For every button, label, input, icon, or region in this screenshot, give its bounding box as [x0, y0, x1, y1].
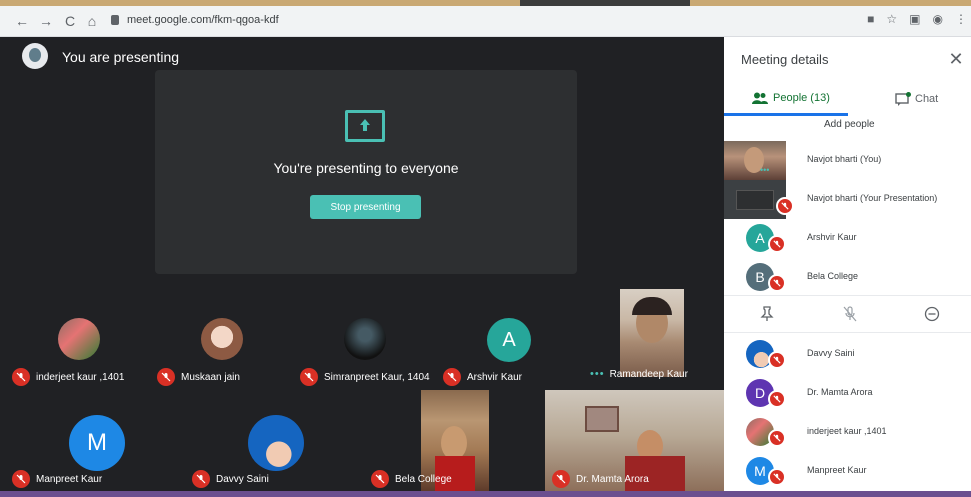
- participant-name: Navjot bharti (Your Presentation): [807, 193, 938, 203]
- participant-name: Muskaan jain: [181, 371, 240, 383]
- mic-off-icon: [157, 368, 175, 386]
- panel-title: Meeting details: [741, 52, 829, 67]
- meeting-details-panel: Meeting details ✕ People (13) Chat Add p…: [724, 37, 971, 497]
- presenting-title: You're presenting to everyone: [273, 160, 459, 176]
- mic-off-icon: [768, 274, 786, 292]
- participant-list-item[interactable]: D Dr. Mamta Arora: [724, 374, 971, 413]
- browser-extension-icons: ■ ☆ ▣ ◉ ⋮: [855, 12, 967, 26]
- participant-nameplate: Simranpreet Kaur, 1404: [300, 368, 430, 386]
- mic-off-icon: [12, 368, 30, 386]
- participant-name: Bela College: [395, 473, 452, 485]
- mic-off-icon: [12, 470, 30, 488]
- participant-name: Ramandeep Kaur: [609, 368, 688, 380]
- participant-name: Arshvir Kaur: [807, 232, 857, 242]
- participant-list-item[interactable]: A Arshvir Kaur: [724, 219, 971, 258]
- participant-nameplate: Arshvir Kaur: [443, 368, 522, 386]
- participant-nameplate: Dr. Mamta Arora: [552, 470, 649, 488]
- back-button[interactable]: ←: [14, 13, 30, 29]
- avatar: [22, 43, 48, 69]
- forward-button[interactable]: →: [38, 13, 54, 29]
- pin-icon[interactable]: [757, 304, 777, 324]
- presentation-card: You're presenting to everyone Stop prese…: [155, 70, 577, 274]
- participant-list-item[interactable]: Navjot bharti (Your Presentation): [724, 180, 971, 219]
- mic-off-icon: [371, 470, 389, 488]
- present-screen-icon: [345, 110, 385, 142]
- browser-tab[interactable]: [690, 0, 971, 6]
- mic-off-icon: [768, 468, 786, 486]
- participant-name: Dr. Mamta Arora: [807, 387, 873, 397]
- participant-list-item[interactable]: ••• Navjot bharti (You): [724, 141, 971, 180]
- mic-off-icon: [192, 470, 210, 488]
- participant-list-item[interactable]: M Manpreet Kaur: [724, 452, 971, 491]
- home-button[interactable]: ⌂: [84, 13, 100, 29]
- tab-chat-label: Chat: [915, 93, 939, 105]
- participant-nameplate: Bela College: [371, 470, 452, 488]
- participant-thumbnail: •••: [724, 141, 786, 180]
- chat-icon: [895, 92, 911, 106]
- tab-strip: [0, 0, 971, 6]
- avatar: [344, 318, 386, 360]
- meeting-stage: You are presenting You're presenting to …: [0, 37, 724, 497]
- menu-icon[interactable]: ⋮: [955, 12, 967, 26]
- participant-nameplate: ••• Ramandeep Kaur: [590, 368, 688, 380]
- participant-name: Arshvir Kaur: [467, 371, 523, 383]
- mic-off-icon: [443, 368, 461, 386]
- url-text: meet.google.com/fkm-qgoa-kdf: [127, 14, 279, 26]
- tab-people-label: People (13): [773, 92, 830, 104]
- mic-off-icon: [768, 235, 786, 253]
- mic-off-icon: [552, 470, 570, 488]
- avatar: [201, 318, 243, 360]
- participant-thumbnail: [724, 180, 786, 219]
- participant-nameplate: Davvy Saini: [192, 470, 269, 488]
- more-options-icon[interactable]: •••: [590, 368, 605, 380]
- avatar: [58, 318, 100, 360]
- close-icon[interactable]: ✕: [947, 49, 965, 70]
- mic-off-icon: [768, 429, 786, 447]
- avatar: A: [487, 318, 531, 362]
- lock-icon: [111, 15, 119, 25]
- participant-name: inderjeet kaur ,1401: [36, 371, 125, 383]
- participant-name: Dr. Mamta Arora: [576, 473, 649, 485]
- mic-off-icon: [776, 197, 794, 215]
- participant-nameplate: Manpreet Kaur: [12, 470, 102, 488]
- avatar: M: [69, 415, 125, 471]
- active-tab-indicator: [724, 113, 848, 116]
- camera-icon[interactable]: ■: [867, 12, 874, 26]
- participant-list-item[interactable]: B Bela College: [724, 258, 971, 297]
- add-people-button[interactable]: Add people: [824, 119, 875, 130]
- remove-participant-icon[interactable]: [922, 304, 942, 324]
- mic-off-icon: [768, 390, 786, 408]
- participant-name: Navjot bharti (You): [807, 154, 882, 164]
- mic-off-icon: [300, 368, 318, 386]
- participant-list-item[interactable]: inderjeet kaur ,1401: [724, 413, 971, 452]
- mute-participant-icon[interactable]: [840, 304, 860, 324]
- reload-button[interactable]: C: [62, 13, 78, 29]
- browser-tab[interactable]: [0, 0, 520, 6]
- browser-toolbar: ← → C ⌂ meet.google.com/fkm-qgoa-kdf ■ ☆ ▣…: [0, 0, 971, 37]
- participant-name: Simranpreet Kaur, 1404: [324, 371, 430, 383]
- participant-name: Manpreet Kaur: [807, 465, 867, 475]
- mic-off-icon: [768, 351, 786, 369]
- tab-chat[interactable]: Chat: [895, 92, 938, 106]
- participant-list-item[interactable]: Davvy Saini: [724, 335, 971, 374]
- participant-name: Davvy Saini: [216, 473, 269, 485]
- address-bar[interactable]: meet.google.com/fkm-qgoa-kdf: [105, 11, 845, 33]
- participant-name: Manpreet Kaur: [36, 473, 103, 485]
- video-feed: [620, 289, 684, 377]
- profile-icon[interactable]: ◉: [933, 12, 943, 26]
- os-taskbar: [0, 491, 971, 497]
- participant-nameplate: Muskaan jain: [157, 368, 240, 386]
- presenting-label: You are presenting: [62, 49, 180, 65]
- avatar: [248, 415, 304, 471]
- extension-icon[interactable]: ▣: [909, 12, 920, 26]
- participant-name: inderjeet kaur ,1401: [807, 426, 887, 436]
- tab-people[interactable]: People (13): [752, 92, 830, 104]
- participant-controls: [724, 295, 971, 333]
- participant-name: Davvy Saini: [807, 348, 855, 358]
- star-icon[interactable]: ☆: [886, 12, 897, 26]
- participant-name: Bela College: [807, 271, 859, 281]
- participant-nameplate: inderjeet kaur ,1401: [12, 368, 124, 386]
- people-icon: [752, 92, 768, 104]
- stop-presenting-button[interactable]: Stop presenting: [310, 195, 421, 219]
